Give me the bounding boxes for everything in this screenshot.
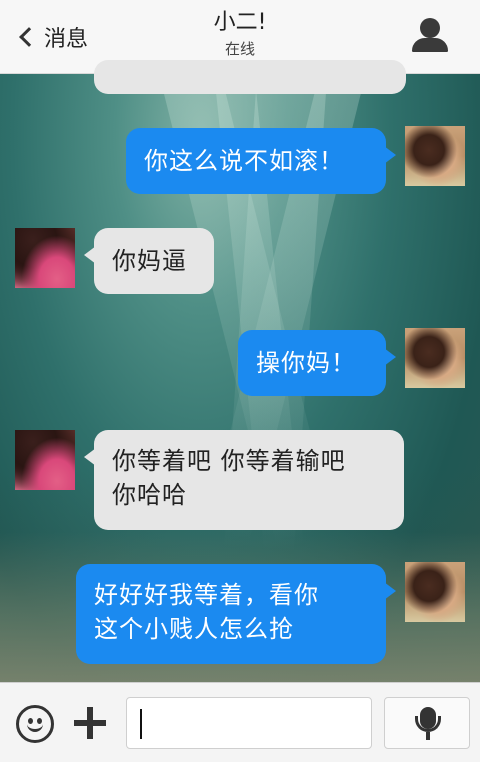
text-cursor: [140, 709, 142, 739]
my-avatar[interactable]: [405, 562, 465, 622]
message-text: 你妈逼: [112, 247, 187, 275]
friend-avatar[interactable]: [15, 430, 75, 490]
person-icon-body: [412, 38, 448, 52]
message-text: 操你妈！: [256, 349, 356, 377]
message-bubble-outgoing: 你这么说不如滚！: [126, 128, 396, 194]
message-text-line: 这个小贱人怎么抢: [94, 615, 294, 643]
plus-icon[interactable]: [74, 707, 106, 739]
contact-name: 小二!: [213, 10, 267, 35]
message-bubble-outgoing: 好好好我等着，看你 这个小贱人怎么抢: [76, 564, 396, 664]
back-label: 消息: [44, 27, 89, 52]
message-bubble-incoming: 你等着吧 你等着输吧 你哈哈: [84, 430, 404, 530]
profile-button[interactable]: [410, 18, 450, 54]
my-avatar[interactable]: [405, 328, 465, 388]
input-bar: [0, 682, 480, 762]
person-icon: [420, 18, 440, 38]
online-status: 在线: [224, 40, 255, 58]
emoji-mouth: [27, 722, 43, 732]
previous-message-bubble: [94, 60, 406, 94]
message-text-line: 你哈哈: [112, 481, 187, 509]
emoji-icon[interactable]: [16, 705, 54, 743]
message-input[interactable]: [126, 697, 372, 749]
voice-button[interactable]: [384, 697, 470, 749]
message-bubble-incoming: 你妈逼: [84, 228, 214, 294]
microphone-arc: [415, 716, 441, 732]
title-block: 小二! 在线: [140, 8, 340, 60]
message-text-line: 好好好我等着，看你: [94, 581, 319, 609]
back-button[interactable]: 消息: [14, 18, 88, 56]
message-text-line: 你等着吧 你等着输吧: [112, 447, 346, 475]
friend-avatar[interactable]: [15, 228, 75, 288]
my-avatar[interactable]: [405, 126, 465, 186]
chevron-left-icon: [19, 27, 39, 47]
message-bubble-outgoing: 操你妈！: [238, 330, 396, 396]
message-text: 你这么说不如滚！: [144, 147, 344, 175]
microphone-stem: [426, 732, 430, 740]
